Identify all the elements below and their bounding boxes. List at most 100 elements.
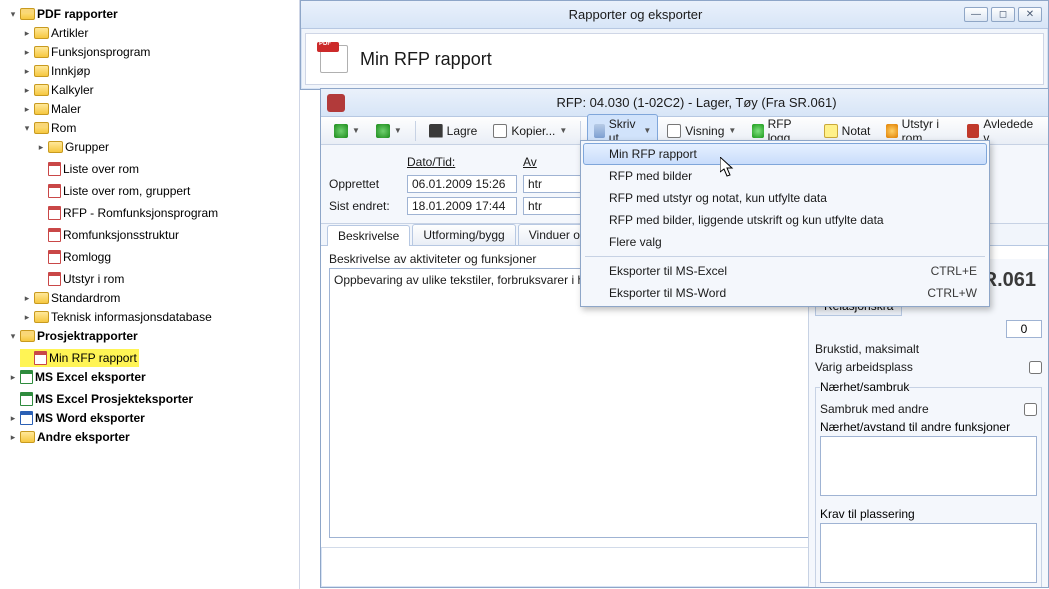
label-sist-endret: Sist endret: (329, 199, 401, 213)
toolbar-label: Lagre (447, 124, 478, 138)
menu-eksport-excel[interactable]: Eksporter til MS-ExcelCTRL+E (583, 260, 987, 282)
created-by-field[interactable] (523, 175, 583, 193)
tree-node-ms-excel-prosjekteksporter[interactable]: MS Excel Prosjekteksporter (6, 390, 195, 408)
menu-rfp-utstyr-notat[interactable]: RFP med utstyr og notat, kun utfylte dat… (583, 187, 987, 209)
tree-node-teknisk-informasjonsdatabase[interactable]: ▸Teknisk informasjonsdatabase (20, 308, 214, 326)
forward-icon (376, 124, 390, 138)
right-panel: SR.061 Relasjonskra Brukstid, maksimalt … (808, 259, 1048, 587)
krav-textarea[interactable] (820, 523, 1037, 583)
collapse-icon[interactable]: ▾ (8, 327, 18, 345)
back-button[interactable]: ▼ (327, 121, 367, 141)
folder-icon (34, 65, 49, 77)
tree-node-funksjonsprogram[interactable]: ▸ Funksjonsprogram (20, 43, 152, 61)
maximize-button[interactable]: ◻ (991, 7, 1015, 22)
expand-icon[interactable]: ▸ (8, 409, 18, 427)
menu-label: RFP med bilder, liggende utskrift og kun… (609, 213, 884, 227)
tree-label: Min RFP rapport (49, 349, 137, 367)
menu-label: RFP med bilder (609, 169, 692, 183)
tree-label: Liste over rom (63, 160, 139, 178)
tree-node-ms-excel-eksporter[interactable]: ▸MS Excel eksporter (6, 368, 148, 386)
tree-node-romlogg[interactable]: Romlogg (34, 248, 113, 266)
sambruk-checkbox[interactable] (1024, 403, 1037, 416)
rfp-window-title: RFP: 04.030 (1-02C2) - Lager, Tøy (Fra S… (351, 95, 1042, 110)
menu-label: Eksporter til MS-Word (609, 286, 726, 300)
tree-node-kalkyler[interactable]: ▸Kalkyler (20, 81, 96, 99)
reports-window: Rapporter og eksporter — ◻ ✕ Min RFP rap… (300, 0, 1049, 90)
tree-node-liste-over-rom[interactable]: Liste over rom (34, 160, 141, 178)
tree-node-utstyr-i-rom[interactable]: Utstyr i rom (34, 270, 126, 288)
expand-icon[interactable]: ▸ (36, 138, 46, 156)
tree-node-artikler[interactable]: ▸ Artikler (20, 24, 90, 42)
reports-titlebar[interactable]: Rapporter og eksporter — ◻ ✕ (301, 1, 1048, 29)
menu-min-rfp-rapport[interactable]: Min RFP rapport (583, 143, 987, 165)
tree-node-standardrom[interactable]: ▸ Standardrom (20, 289, 122, 307)
note-button[interactable]: Notat (817, 121, 878, 141)
tree-node-innkjop[interactable]: ▸Innkjøp (20, 62, 92, 80)
personer-input[interactable] (1006, 320, 1042, 338)
tree-label: Prosjektrapporter (37, 327, 138, 345)
collapse-icon[interactable]: ▾ (8, 5, 18, 23)
tree-node-andre-eksporter[interactable]: ▸Andre eksporter (6, 428, 132, 446)
forward-button[interactable]: ▼ (369, 121, 409, 141)
rfp-titlebar[interactable]: RFP: 04.030 (1-02C2) - Lager, Tøy (Fra S… (321, 89, 1048, 117)
chevron-down-icon[interactable]: ▼ (559, 126, 567, 135)
chevron-down-icon[interactable]: ▼ (394, 126, 402, 135)
expand-icon[interactable]: ▸ (8, 428, 18, 446)
modified-by-field[interactable] (523, 197, 583, 215)
toolbar-separator (580, 121, 581, 141)
menu-separator (585, 256, 985, 257)
tree-node-grupper[interactable]: ▸Grupper (34, 138, 111, 156)
varig-checkbox[interactable] (1029, 361, 1042, 374)
modified-date-field[interactable] (407, 197, 517, 215)
tab-utforming[interactable]: Utforming/bygg (412, 224, 515, 245)
chevron-down-icon[interactable]: ▼ (728, 126, 736, 135)
created-date-field[interactable] (407, 175, 517, 193)
chevron-down-icon[interactable]: ▼ (352, 126, 360, 135)
tree-node-maler[interactable]: ▸Maler (20, 100, 83, 118)
tree-node-liste-over-rom-gruppert[interactable]: Liste over rom, gruppert (34, 182, 192, 200)
save-button[interactable]: Lagre (422, 121, 485, 141)
tree-label: Romfunksjonsstruktur (63, 226, 179, 244)
menu-rfp-bilder-liggende[interactable]: RFP med bilder, liggende utskrift og kun… (583, 209, 987, 231)
menu-eksport-word[interactable]: Eksporter til MS-Word CTRL+W (583, 282, 987, 304)
copy-button[interactable]: Kopier... ▼ (486, 121, 574, 141)
tree-label: Funksjonsprogram (51, 43, 150, 61)
expand-icon[interactable]: ▸ (22, 308, 32, 326)
derived-icon (967, 124, 979, 138)
menu-label: Min RFP rapport (609, 147, 697, 161)
tree-node-ms-word-eksporter[interactable]: ▸ MS Word eksporter (6, 409, 147, 427)
menu-rfp-med-bilder[interactable]: RFP med bilder (583, 165, 987, 187)
tree-label: Artikler (51, 24, 88, 42)
tree-label: Standardrom (51, 289, 120, 307)
pdf-icon (48, 250, 61, 264)
tree-label: RFP - Romfunksjonsprogram (63, 204, 218, 222)
collapse-icon[interactable]: ▾ (22, 119, 32, 137)
chevron-down-icon[interactable]: ▼ (643, 126, 651, 135)
tree-node-pdf-rapporter[interactable]: ▾ PDF rapporter (6, 5, 120, 23)
tree-node-romfunksjonsstruktur[interactable]: Romfunksjonsstruktur (34, 226, 181, 244)
expand-icon[interactable]: ▸ (22, 81, 32, 99)
avstand-textarea[interactable] (820, 436, 1037, 496)
tree-node-rom[interactable]: ▾Rom (20, 119, 78, 137)
tree-label: MS Word eksporter (35, 409, 145, 427)
expand-icon[interactable]: ▸ (22, 43, 32, 61)
expand-icon[interactable]: ▸ (22, 62, 32, 80)
menu-flere-valg[interactable]: Flere valg (583, 231, 987, 253)
excel-icon (20, 370, 33, 384)
expand-icon[interactable]: ▸ (8, 368, 18, 386)
expand-icon[interactable]: ▸ (22, 24, 32, 42)
minimize-button[interactable]: — (964, 7, 988, 22)
expand-icon[interactable]: ▸ (22, 289, 32, 307)
tree-node-min-rfp-rapport[interactable]: Min RFP rapport (20, 349, 139, 367)
tab-beskrivelse[interactable]: Beskrivelse (327, 225, 410, 246)
expand-icon[interactable]: ▸ (22, 100, 32, 118)
tree-node-rfp-romfunksjonsprogram[interactable]: RFP - Romfunksjonsprogram (34, 204, 220, 222)
close-button[interactable]: ✕ (1018, 7, 1042, 22)
toolbar-label: Kopier... (511, 124, 555, 138)
view-button[interactable]: Visning▼ (660, 121, 743, 141)
tree-node-prosjektrapporter[interactable]: ▾ Prosjektrapporter (6, 327, 140, 345)
pdf-icon (48, 184, 61, 198)
equipment-icon (886, 124, 897, 138)
shortcut-label: CTRL+W (927, 286, 977, 300)
tree-label: Romlogg (63, 248, 111, 266)
